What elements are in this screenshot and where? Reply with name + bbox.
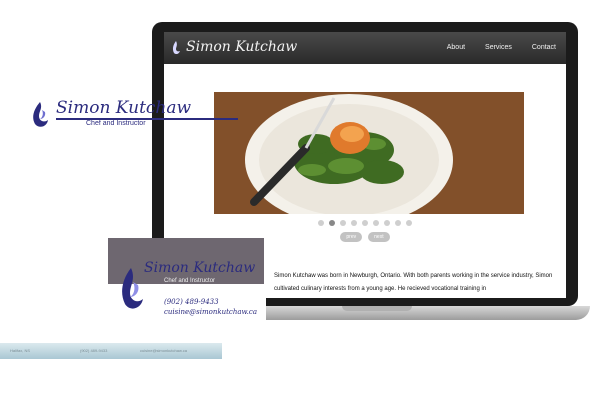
main-nav: About Services Contact bbox=[447, 44, 556, 51]
slider-dot[interactable] bbox=[351, 220, 357, 226]
site-header: Simon Kutchaw About Services Contact bbox=[164, 32, 566, 64]
card-phone: (902) 489-9433 bbox=[164, 298, 219, 306]
logo-icon bbox=[172, 41, 180, 55]
nav-services[interactable]: Services bbox=[485, 44, 512, 51]
letterhead-city: Halifax, NS bbox=[10, 348, 31, 353]
laptop-notch bbox=[342, 306, 412, 311]
letterhead-strip: Halifax, NS (902) 489-9433 cuisine@simon… bbox=[0, 343, 222, 359]
card-name: Simon Kutchaw bbox=[144, 260, 256, 276]
letterhead-email: cuisine@simonkutchaw.ca bbox=[140, 348, 187, 353]
business-card: Simon Kutchaw Chef and Instructor (902) … bbox=[108, 238, 266, 328]
logo-name: Simon Kutchaw bbox=[56, 98, 192, 118]
slider-dot[interactable] bbox=[362, 220, 368, 226]
nav-about[interactable]: About bbox=[447, 44, 465, 51]
logo-divider bbox=[56, 118, 238, 120]
letterhead-phone: (902) 489-9433 bbox=[80, 348, 108, 353]
slider-dot[interactable] bbox=[384, 220, 390, 226]
next-button[interactable]: next bbox=[368, 232, 390, 242]
dish-illustration bbox=[214, 92, 524, 214]
prev-button[interactable]: prev bbox=[340, 232, 363, 242]
card-tagline: Chef and Instructor bbox=[164, 278, 216, 284]
slider-dot[interactable] bbox=[318, 220, 324, 226]
swirl-logo-icon bbox=[33, 102, 48, 127]
bio-text: Simon Kutchaw was born in Newburgh, Onta… bbox=[274, 273, 553, 292]
slider-dot[interactable] bbox=[340, 220, 346, 226]
brand-logo: Simon Kutchaw Chef and Instructor bbox=[28, 98, 238, 134]
slider-dot[interactable] bbox=[373, 220, 379, 226]
slider-dot[interactable] bbox=[406, 220, 412, 226]
nav-contact[interactable]: Contact bbox=[532, 44, 556, 51]
slider-dot[interactable] bbox=[395, 220, 401, 226]
slider-dot[interactable] bbox=[329, 220, 335, 226]
card-email[interactable]: cuisine@simonkutchaw.ca bbox=[164, 308, 257, 316]
site-title[interactable]: Simon Kutchaw bbox=[186, 39, 297, 55]
card-swirl-icon bbox=[122, 268, 143, 309]
logo-tagline: Chef and Instructor bbox=[86, 120, 146, 127]
slider-dots bbox=[164, 220, 566, 226]
hero-image bbox=[214, 92, 524, 214]
